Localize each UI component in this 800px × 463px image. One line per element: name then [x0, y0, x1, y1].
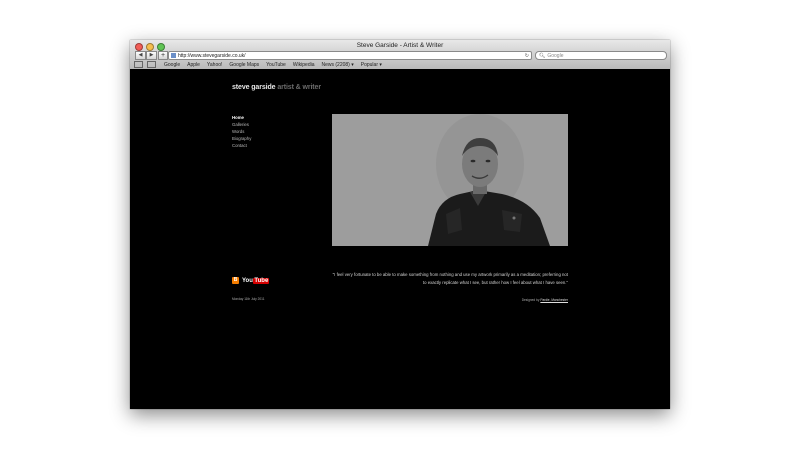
credit-link[interactable]: Pardie, Manchester: [540, 298, 568, 302]
nav-item-galleries[interactable]: Galleries: [232, 121, 251, 128]
address-bar[interactable]: http://www.stevegarside.co.uk/ ↻: [168, 51, 532, 60]
bookmark-news[interactable]: News (2208) ▾: [322, 62, 354, 68]
portrait-photo: [332, 114, 568, 246]
site-tagline: artist & writer: [277, 84, 321, 91]
youtube-icon[interactable]: You Tube: [242, 277, 270, 284]
nav-item-home[interactable]: Home: [232, 114, 251, 121]
search-icon: 🔍︎: [539, 52, 546, 59]
reading-list-icon[interactable]: [134, 61, 143, 68]
social-links: B You Tube: [232, 277, 270, 284]
date-text: Monday 11th July 2011: [232, 297, 265, 301]
back-button[interactable]: ◀: [135, 51, 146, 60]
bookmark-wikipedia[interactable]: Wikipedia: [293, 62, 315, 68]
credit-prefix: Designed by: [521, 298, 540, 302]
nav-item-contact[interactable]: Contact: [232, 142, 251, 149]
bookmark-youtube[interactable]: YouTube: [266, 62, 286, 68]
designer-credit: Designed by Pardie, Manchester: [522, 298, 568, 302]
artist-quote: "I feel very fortunate to be able to mak…: [332, 272, 568, 285]
bookmark-popular[interactable]: Popular ▾: [361, 62, 382, 68]
youtube-logo-tube: Tube: [253, 277, 270, 284]
site-favicon-icon: [171, 53, 176, 58]
youtube-logo-you: You: [242, 277, 253, 284]
title-bar: Steve Garside - Artist & Writer ◀ ▶ + ht…: [130, 40, 670, 70]
search-field[interactable]: 🔍︎ Google: [535, 51, 667, 60]
browser-window: Steve Garside - Artist & Writer ◀ ▶ + ht…: [130, 40, 670, 409]
top-sites-icon[interactable]: [147, 61, 156, 68]
bookmark-google[interactable]: Google: [164, 62, 180, 68]
bookmarks-bar: Google Apple Yahoo! Google Maps YouTube …: [130, 60, 670, 69]
nav-item-biography[interactable]: Biography: [232, 135, 251, 142]
site-nav: Home Galleries Words Biography Contact: [232, 114, 251, 149]
search-placeholder[interactable]: Google: [547, 53, 563, 59]
blogger-icon[interactable]: B: [232, 277, 239, 284]
site-name: steve garside: [232, 84, 276, 91]
browser-toolbar: ◀ ▶ + http://www.stevegarside.co.uk/ ↻ 🔍…: [130, 50, 670, 60]
nav-item-words[interactable]: Words: [232, 128, 251, 135]
site-logo[interactable]: steve garside artist & writer: [232, 84, 321, 91]
add-bookmark-button[interactable]: +: [158, 51, 168, 60]
window-title: Steve Garside - Artist & Writer: [356, 42, 444, 49]
bookmark-apple[interactable]: Apple: [187, 62, 200, 68]
forward-button[interactable]: ▶: [146, 51, 157, 60]
reload-icon[interactable]: ↻: [525, 53, 529, 59]
web-page: steve garside artist & writer Home Galle…: [130, 69, 670, 409]
url-text[interactable]: http://www.stevegarside.co.uk/: [178, 53, 525, 59]
portrait-image: [332, 114, 568, 246]
bookmark-yahoo[interactable]: Yahoo!: [207, 62, 222, 68]
bookmark-google-maps[interactable]: Google Maps: [229, 62, 259, 68]
